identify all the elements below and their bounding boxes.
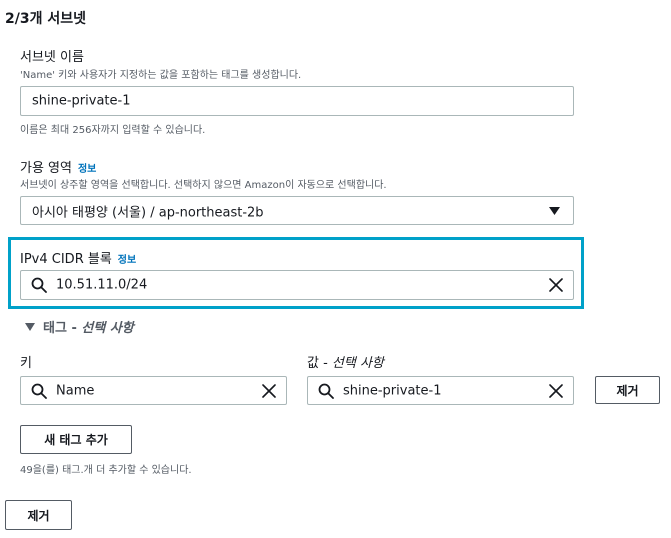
subnet-name-value: shine-private-1 — [32, 93, 131, 109]
subnet-name-input[interactable]: shine-private-1 — [20, 86, 574, 116]
add-tag-button[interactable]: 새 태그 추가 — [20, 425, 132, 454]
cidr-label-row: IPv4 CIDR 블록 정보 — [20, 248, 136, 267]
close-icon[interactable] — [549, 278, 563, 292]
tag-value-value: shine-private-1 — [343, 383, 442, 398]
close-icon[interactable] — [549, 383, 563, 398]
caret-down-icon — [25, 322, 35, 331]
availability-zone-select[interactable]: 아시아 태평양 (서울) / ap-northeast-2b — [20, 196, 574, 225]
search-icon — [31, 383, 47, 399]
availability-zone-description: 서브넷이 상주할 영역을 선택합니다. 선택하지 않으면 Amazon이 자동으… — [20, 180, 387, 191]
availability-zone-label-row: 가용 영역 정보 — [20, 157, 96, 176]
caret-down-icon — [549, 206, 560, 215]
tag-value-input[interactable]: shine-private-1 — [307, 376, 574, 405]
cidr-input[interactable]: 10.51.11.0/24 — [20, 270, 574, 300]
tag-key-label: 키 — [20, 356, 32, 371]
tags-toggle-label: 태그 - 선택 사항 — [43, 321, 134, 336]
subnet-name-label: 서브넷 이름 — [20, 50, 84, 65]
subnet-name-hint: 이름은 최대 256자까지 입력할 수 있습니다. — [20, 125, 206, 136]
cidr-value: 10.51.11.0/24 — [56, 277, 148, 293]
cidr-info-link[interactable]: 정보 — [118, 255, 136, 266]
tags-expand-toggle[interactable]: 태그 - 선택 사항 — [25, 317, 134, 336]
availability-zone-label: 가용 영역 — [20, 161, 72, 176]
availability-zone-selected: 아시아 태평양 (서울) / ap-northeast-2b — [32, 205, 264, 220]
tag-key-value: Name — [56, 383, 95, 398]
remove-subnet-button[interactable]: 제거 — [5, 500, 72, 530]
search-icon — [31, 277, 47, 293]
remove-tag-button[interactable]: 제거 — [595, 376, 660, 404]
section-title: 2/3개 서브넷 — [5, 11, 86, 27]
tags-remaining-text: 49을(를) 태그.개 더 추가할 수 있습니다. — [20, 465, 192, 476]
cidr-label: IPv4 CIDR 블록 — [20, 252, 112, 267]
availability-zone-info-link[interactable]: 정보 — [78, 164, 96, 175]
subnet-name-description: 'Name' 키와 사용자가 지정하는 값을 포함하는 태그를 생성합니다. — [20, 70, 302, 81]
search-icon — [318, 383, 334, 399]
tag-value-label: 값 - 선택 사항 — [307, 356, 384, 371]
tag-key-input[interactable]: Name — [20, 376, 287, 405]
close-icon[interactable] — [262, 383, 276, 398]
